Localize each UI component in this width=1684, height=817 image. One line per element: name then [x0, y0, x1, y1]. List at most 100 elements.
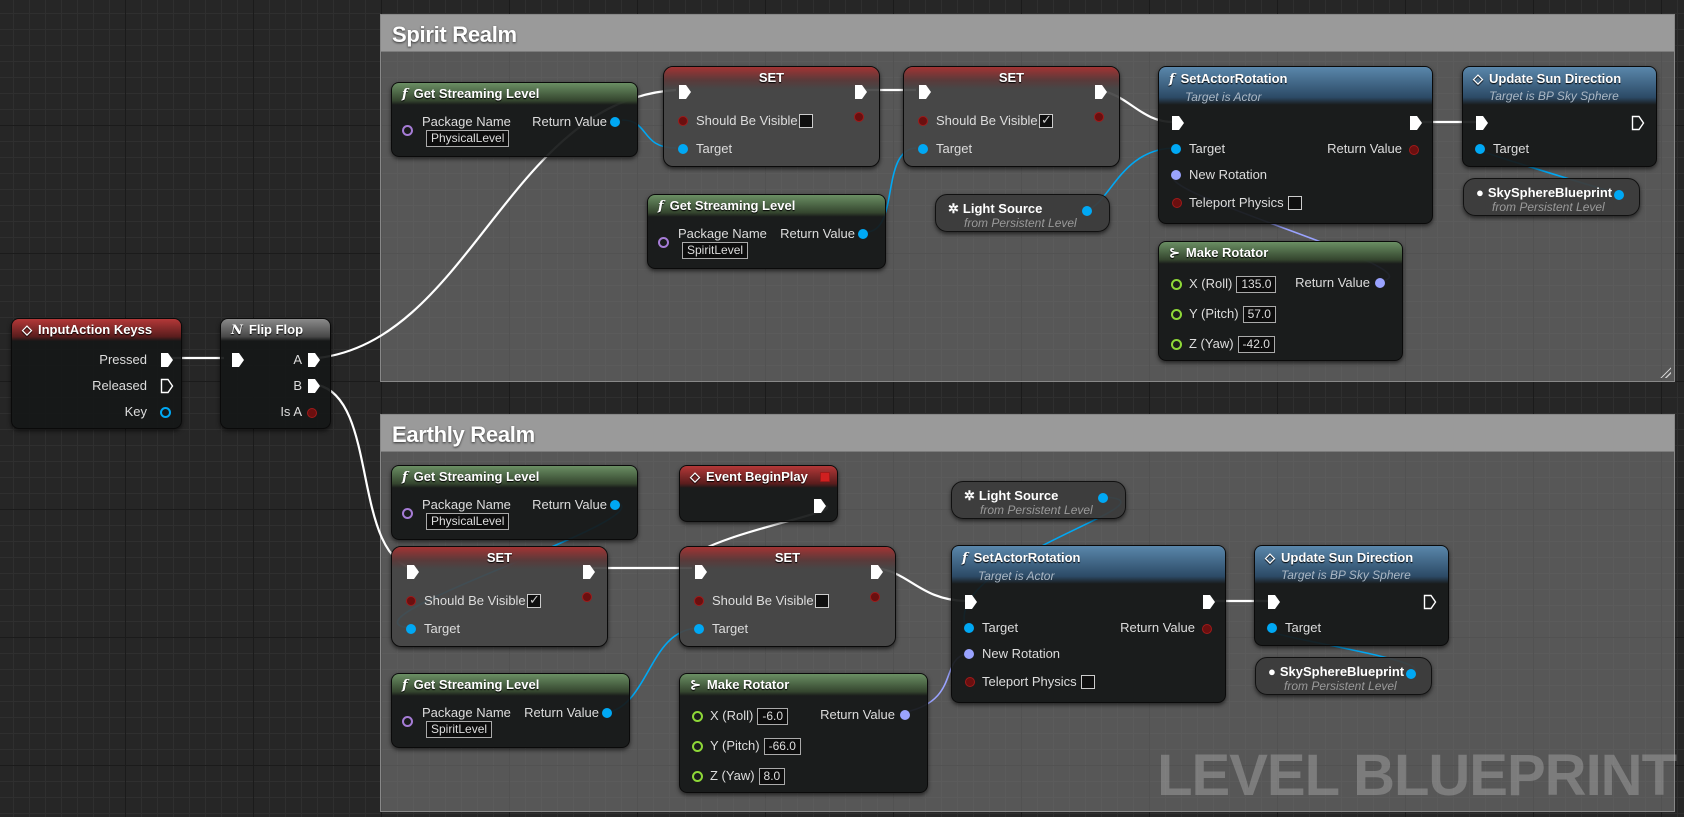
get-streaming-level-node[interactable]: f Get Streaming Level Package Name Physic… — [391, 465, 638, 540]
node-title: Light Source — [962, 201, 1043, 216]
function-icon: f — [402, 678, 408, 693]
pin-label: Should Be Visible — [936, 113, 1038, 128]
get-streaming-level-node[interactable]: f Get Streaming Level Package Name Spirit… — [391, 673, 630, 748]
pin-label: Target — [936, 141, 973, 156]
event-diamond-icon: ◇ — [1265, 550, 1275, 565]
rotator-icon: ⊱ — [690, 677, 701, 692]
set-visibility-node[interactable]: SET Should Be Visible ✓ Target — [391, 546, 608, 647]
should-be-visible-pin[interactable] — [694, 596, 704, 606]
delegate-pin[interactable] — [820, 472, 830, 482]
package-name-input[interactable]: PhysicalLevel — [426, 513, 510, 530]
x-roll-pin[interactable] — [692, 711, 703, 722]
target-pin[interactable] — [918, 144, 928, 154]
is-a-pin[interactable] — [307, 408, 317, 418]
package-name-pin[interactable] — [402, 508, 413, 519]
return-value-pin[interactable] — [610, 117, 620, 127]
target-pin[interactable] — [678, 144, 688, 154]
z-yaw-input[interactable]: -42.0 — [1237, 336, 1275, 353]
set-visibility-node[interactable]: SET Should Be Visible ✓ Target — [903, 66, 1120, 167]
return-value-pin[interactable] — [602, 708, 612, 718]
make-rotator-node[interactable]: ⊱ Make Rotator X (Roll) -6.0 Return Value … — [679, 673, 928, 793]
z-yaw-pin[interactable] — [692, 771, 703, 782]
package-name-pin[interactable] — [658, 237, 669, 248]
teleport-physics-pin[interactable] — [1172, 198, 1182, 208]
make-rotator-node[interactable]: ⊱ Make Rotator X (Roll) 135.0 Return Value… — [1158, 241, 1403, 361]
get-streaming-level-node[interactable]: f Get Streaming Level Package Name Spirit… — [647, 194, 886, 269]
resize-grip-icon[interactable] — [1659, 366, 1671, 378]
node-subtitle: Target is Actor — [1185, 90, 1262, 104]
target-pin[interactable] — [1171, 144, 1181, 154]
node-title: SET — [904, 67, 1119, 89]
should-be-visible-checkbox[interactable]: ✓ — [1039, 112, 1053, 128]
get-streaming-level-node[interactable]: f Get Streaming Level Package Name Physic… — [391, 82, 638, 157]
light-source-variable-node[interactable]: ✲ Light Source from Persistent Level — [951, 481, 1126, 519]
key-pin[interactable] — [160, 407, 171, 418]
should-be-visible-pin[interactable] — [678, 116, 688, 126]
set-actor-rotation-node[interactable]: f SetActorRotation Target is Actor Target … — [1158, 66, 1433, 224]
sphere-icon: ● — [1268, 664, 1276, 679]
z-yaw-input[interactable]: 8.0 — [758, 768, 786, 785]
event-begin-play-node[interactable]: ◇ Event BeginPlay — [679, 465, 838, 522]
update-sun-direction-node[interactable]: ◇ Update Sun Direction Target is BP Sky Sp… — [1254, 545, 1449, 646]
package-name-input[interactable]: PhysicalLevel — [426, 130, 510, 147]
target-pin[interactable] — [694, 624, 704, 634]
new-rotation-pin[interactable] — [964, 649, 974, 659]
light-source-out-pin[interactable] — [1082, 206, 1092, 216]
target-pin[interactable] — [1475, 144, 1485, 154]
function-icon: f — [402, 470, 408, 485]
event-diamond-icon: ◇ — [1473, 71, 1483, 86]
sky-sphere-out-pin[interactable] — [1406, 669, 1416, 679]
set-visibility-node[interactable]: SET Should Be Visible Target — [663, 66, 880, 167]
new-rotation-pin[interactable] — [1171, 170, 1181, 180]
set-actor-rotation-node[interactable]: f SetActorRotation Target is Actor Target … — [951, 545, 1226, 703]
return-value-pin[interactable] — [900, 710, 910, 720]
x-roll-input[interactable]: -6.0 — [757, 708, 789, 725]
should-be-visible-out-pin[interactable] — [854, 112, 864, 122]
z-yaw-pin[interactable] — [1171, 339, 1182, 350]
should-be-visible-pin[interactable] — [918, 116, 928, 126]
target-pin[interactable] — [964, 623, 974, 633]
should-be-visible-checkbox[interactable]: ✓ — [527, 592, 541, 608]
y-pitch-pin[interactable] — [692, 741, 703, 752]
package-name-pin[interactable] — [402, 125, 413, 136]
flip-flop-node[interactable]: N Flip Flop A B Is A — [220, 318, 331, 429]
should-be-visible-pin[interactable] — [406, 596, 416, 606]
input-action-node[interactable]: ◇ InputAction Keyss Pressed Released Key — [11, 318, 182, 429]
should-be-visible-out-pin[interactable] — [582, 592, 592, 602]
package-name-input[interactable]: SpiritLevel — [682, 242, 749, 259]
return-value-pin[interactable] — [1409, 145, 1419, 155]
package-name-input[interactable]: SpiritLevel — [426, 721, 493, 738]
x-roll-pin[interactable] — [1171, 279, 1182, 290]
set-visibility-node[interactable]: SET Should Be Visible Target — [679, 546, 896, 647]
y-pitch-input[interactable]: -66.0 — [763, 738, 801, 755]
sky-sphere-variable-node[interactable]: ● SkySphereBlueprint from Persistent Leve… — [1255, 657, 1432, 695]
teleport-physics-checkbox[interactable] — [1288, 196, 1302, 210]
node-title: SET — [392, 547, 607, 569]
x-roll-input[interactable]: 135.0 — [1236, 276, 1277, 293]
should-be-visible-out-pin[interactable] — [1094, 112, 1104, 122]
sky-sphere-variable-node[interactable]: ● SkySphereBlueprint from Persistent Leve… — [1463, 178, 1640, 216]
node-title: SetActorRotation — [1180, 71, 1288, 86]
light-source-variable-node[interactable]: ✲ Light Source from Persistent Level — [935, 194, 1110, 232]
light-source-out-pin[interactable] — [1098, 493, 1108, 503]
should-be-visible-out-pin[interactable] — [870, 592, 880, 602]
event-diamond-icon: ◇ — [690, 469, 700, 484]
update-sun-direction-node[interactable]: ◇ Update Sun Direction Target is BP Sky Sp… — [1462, 66, 1657, 167]
teleport-physics-checkbox[interactable] — [1081, 675, 1095, 689]
light-bulb-icon: ✲ — [964, 488, 975, 503]
teleport-physics-pin[interactable] — [965, 677, 975, 687]
return-value-pin[interactable] — [858, 229, 868, 239]
target-pin[interactable] — [406, 624, 416, 634]
y-pitch-pin[interactable] — [1171, 309, 1182, 320]
return-value-pin[interactable] — [610, 500, 620, 510]
target-pin[interactable] — [1267, 623, 1277, 633]
return-value-pin[interactable] — [1375, 278, 1385, 288]
y-pitch-input[interactable]: 57.0 — [1242, 306, 1276, 323]
should-be-visible-checkbox[interactable] — [815, 594, 829, 608]
should-be-visible-checkbox[interactable] — [799, 114, 813, 128]
package-name-pin[interactable] — [402, 716, 413, 727]
node-title: SkySphereBlueprint — [1279, 664, 1405, 679]
node-title: InputAction Keyss — [38, 322, 153, 337]
sky-sphere-out-pin[interactable] — [1614, 190, 1624, 200]
return-value-pin[interactable] — [1202, 624, 1212, 634]
